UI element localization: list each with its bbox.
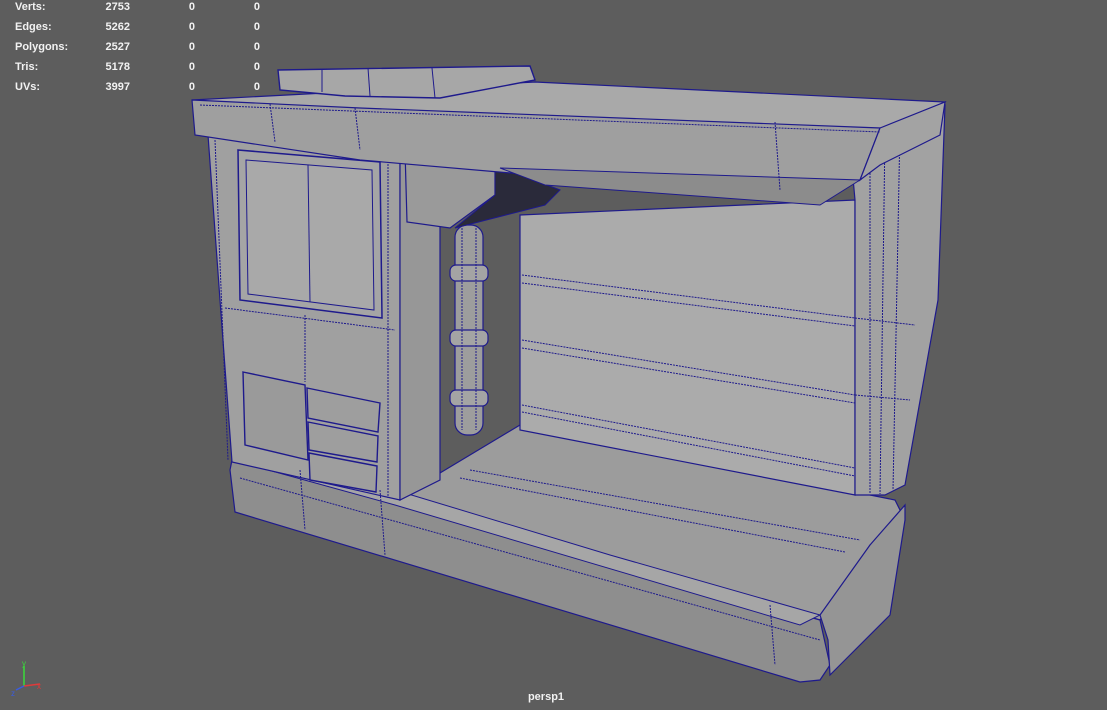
hud-row-polygons: Polygons: 2527 0 0 <box>0 41 300 55</box>
hud-label: Verts: <box>15 1 46 13</box>
hud-value: 0 <box>253 61 260 73</box>
hud-value: 0 <box>188 1 195 13</box>
hud-value: 5262 <box>105 21 130 33</box>
hud-value: 2527 <box>105 41 130 53</box>
hud-label: Tris: <box>15 61 39 73</box>
model-wireframe[interactable] <box>0 0 1107 710</box>
axis-gizmo-icon: y x z <box>11 659 41 698</box>
hud-value: 3997 <box>105 81 130 93</box>
axis-x-label: x <box>37 682 41 691</box>
hud-label: Polygons: <box>15 41 69 53</box>
hud-label: UVs: <box>15 81 41 93</box>
hud-value: 0 <box>253 41 260 53</box>
hud-value: 2753 <box>105 1 130 13</box>
hud-value: 0 <box>253 1 260 13</box>
hud-value: 5178 <box>105 61 130 73</box>
hud-row-edges: Edges: 5262 0 0 <box>0 21 300 35</box>
pipe-ring <box>449 329 489 347</box>
hud-row-tris: Tris: 5178 0 0 <box>0 61 300 75</box>
pipe-ring <box>449 264 489 282</box>
hud-value: 0 <box>253 21 260 33</box>
hud-value: 0 <box>188 41 195 53</box>
axis-y-label: y <box>22 659 26 668</box>
hud-value: 0 <box>253 81 260 93</box>
hud-label: Edges: <box>15 21 52 33</box>
axis-z-label: z <box>11 689 15 698</box>
hud-row-uvs: UVs: 3997 0 0 <box>0 81 300 95</box>
hud-value: 0 <box>188 61 195 73</box>
drawer-hatch <box>242 371 309 461</box>
camera-name: persp1 <box>527 691 565 703</box>
pipe-ring <box>449 389 489 407</box>
hud-value: 0 <box>188 21 195 33</box>
hud-value: 0 <box>188 81 195 93</box>
3d-viewport[interactable]: Verts: 2753 0 0 Edges: 5262 0 0 Polygons… <box>0 0 1107 710</box>
hud-row-verts: Verts: 2753 0 0 <box>0 1 300 15</box>
